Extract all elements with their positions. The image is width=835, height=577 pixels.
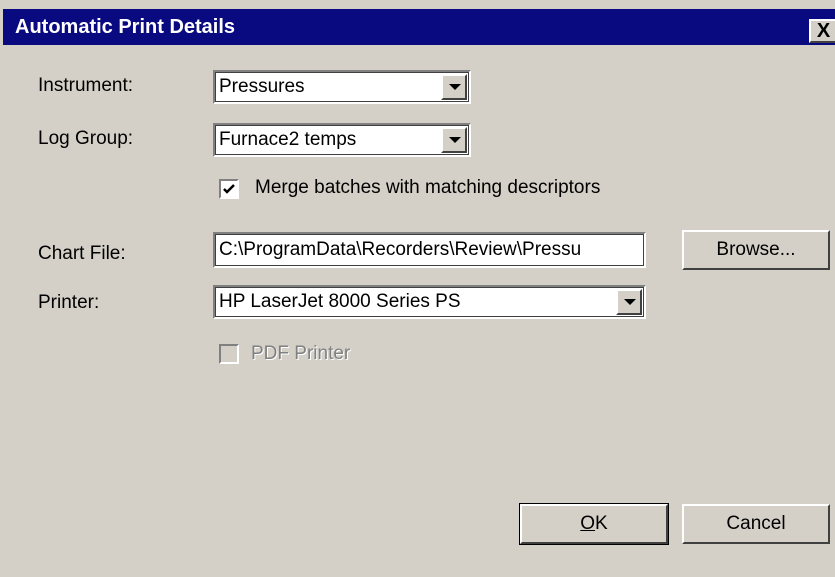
printer-dropdown[interactable]: HP LaserJet 8000 Series PS — [213, 285, 646, 319]
merge-checkbox[interactable] — [219, 179, 239, 199]
printer-label: Printer: — [38, 292, 100, 313]
instrument-dropdown[interactable]: Pressures — [213, 70, 471, 104]
dialog-title: Automatic Print Details — [15, 16, 236, 38]
chart-file-label: Chart File: — [38, 243, 126, 264]
checkmark-icon — [223, 184, 235, 194]
log-group-value: Furnace2 temps — [219, 129, 357, 150]
printer-value: HP LaserJet 8000 Series PS — [219, 291, 461, 312]
instrument-label: Instrument: — [38, 75, 134, 96]
ok-button-label: OK — [580, 513, 608, 534]
title-bar[interactable]: Automatic Print Details X — [3, 9, 835, 45]
cancel-button[interactable]: Cancel — [682, 504, 830, 544]
pdf-printer-checkbox[interactable] — [219, 344, 239, 364]
close-icon: X — [816, 19, 831, 42]
merge-checkbox-label[interactable]: Merge batches with matching descriptors — [255, 177, 600, 199]
ok-button[interactable]: OK — [519, 503, 669, 545]
browse-button[interactable]: Browse... — [682, 230, 830, 270]
close-button[interactable]: X — [809, 19, 835, 43]
dialog-window: Automatic Print Details X Instrument: Pr… — [0, 0, 835, 577]
chart-file-input[interactable]: C:\ProgramData\Recorders\Review\Pressu — [213, 232, 646, 268]
browse-button-label: Browse... — [716, 239, 796, 260]
instrument-value: Pressures — [219, 76, 305, 97]
chevron-down-icon[interactable] — [441, 74, 467, 100]
chevron-down-icon[interactable] — [616, 289, 642, 315]
log-group-dropdown[interactable]: Furnace2 temps — [213, 123, 471, 157]
cancel-button-label: Cancel — [726, 513, 786, 534]
pdf-printer-label: PDF Printer — [251, 343, 351, 364]
log-group-label: Log Group: — [38, 128, 134, 149]
chevron-down-icon[interactable] — [441, 127, 467, 153]
chart-file-value: C:\ProgramData\Recorders\Review\Pressu — [219, 239, 582, 260]
